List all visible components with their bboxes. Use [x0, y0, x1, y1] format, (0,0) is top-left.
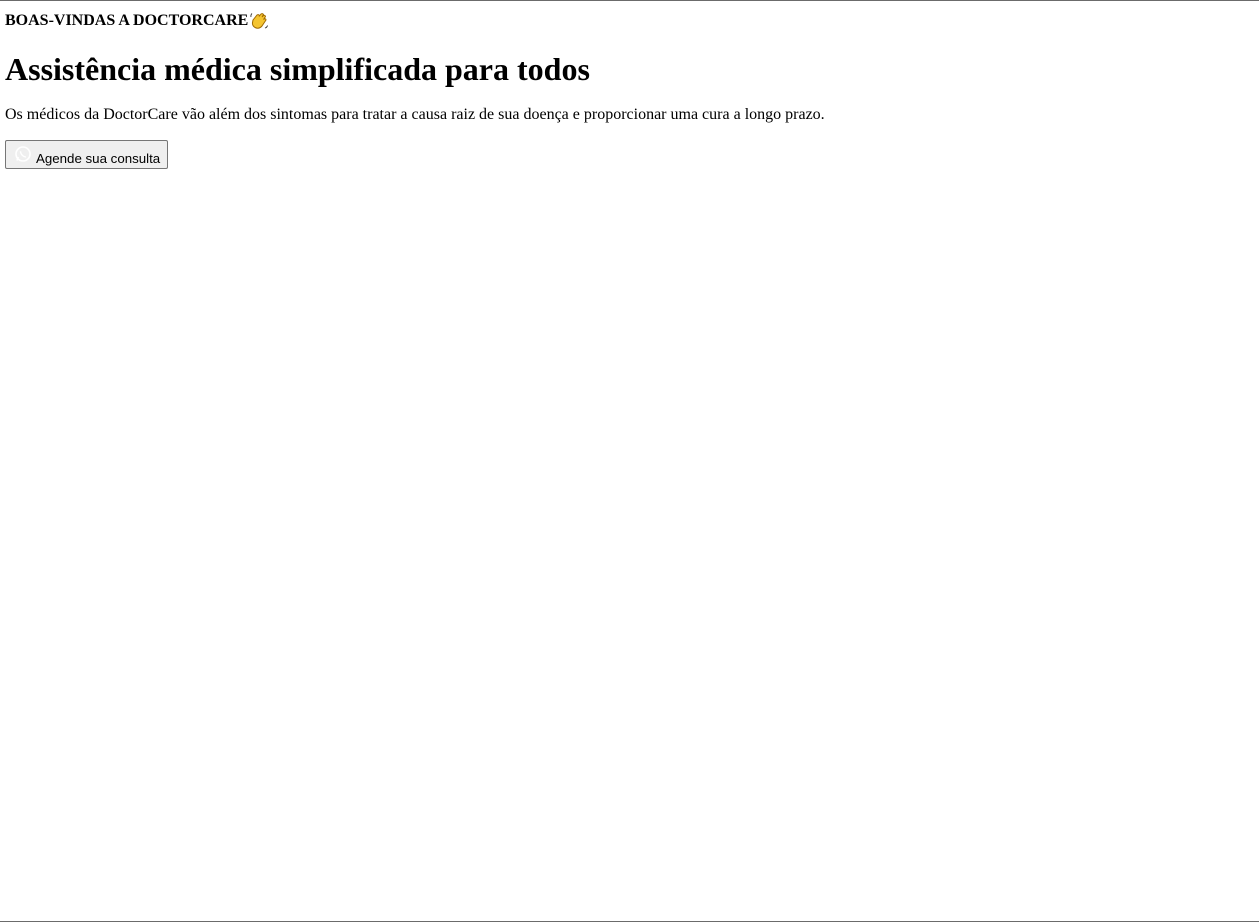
- hero-section: BOAS-VINDAS A DOCTORCARE Assistência méd…: [0, 11, 1259, 169]
- hero-title: Assistência médica simplificada para tod…: [5, 51, 590, 87]
- waving-hand-icon: [249, 11, 269, 31]
- schedule-appointment-label: Agende sua consulta: [36, 151, 161, 166]
- hero-description: Os médicos da DoctorCare vão além dos si…: [5, 106, 825, 123]
- hero-eyebrow: BOAS-VINDAS A DOCTORCARE: [5, 11, 1254, 30]
- whatsapp-icon: [14, 145, 32, 163]
- eyebrow-text: BOAS-VINDAS A DOCTORCARE: [5, 12, 249, 29]
- schedule-appointment-button[interactable]: Agende sua consulta: [5, 140, 169, 169]
